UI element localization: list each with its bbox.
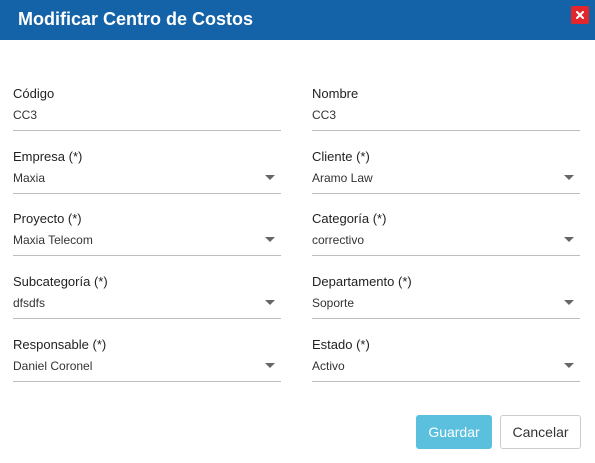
departamento-underline (312, 318, 580, 319)
proyecto-underline (13, 255, 281, 256)
chevron-down-icon[interactable] (564, 237, 574, 242)
nombre-field[interactable]: Nombre CC3 (312, 86, 580, 136)
save-button[interactable]: Guardar (416, 415, 492, 449)
cliente-label: Cliente (*) (312, 149, 370, 164)
responsable-value[interactable]: Daniel Coronel (13, 359, 92, 373)
cliente-value[interactable]: Aramo Law (312, 171, 373, 185)
categoria-label: Categoría (*) (312, 211, 387, 226)
subcategoria-underline (13, 318, 281, 319)
subcategoria-select[interactable]: Subcategoría (*) dfsdfs (13, 274, 281, 324)
proyecto-label: Proyecto (*) (13, 211, 82, 226)
chevron-down-icon[interactable] (265, 363, 275, 368)
dialog-title: Modificar Centro de Costos (18, 9, 254, 29)
departamento-select[interactable]: Departamento (*) Soporte (312, 274, 580, 324)
categoria-select[interactable]: Categoría (*) correctivo (312, 211, 580, 261)
chevron-down-icon[interactable] (564, 175, 574, 180)
responsable-label: Responsable (*) (13, 337, 107, 352)
nombre-label: Nombre (312, 86, 359, 101)
responsable-select[interactable]: Responsable (*) Daniel Coronel (13, 337, 281, 387)
subcategoria-label: Subcategoría (*) (13, 274, 108, 289)
chevron-down-icon[interactable] (265, 300, 275, 305)
chevron-down-icon[interactable] (265, 237, 275, 242)
empresa-underline (13, 193, 281, 194)
proyecto-value[interactable]: Maxia Telecom (13, 233, 93, 247)
cancel-button[interactable]: Cancelar (500, 415, 581, 449)
close-icon (576, 11, 584, 19)
cliente-underline (312, 193, 580, 194)
estado-value[interactable]: Activo (312, 359, 345, 373)
empresa-value[interactable]: Maxia (13, 171, 45, 185)
categoria-underline (312, 255, 580, 256)
estado-label: Estado (*) (312, 337, 370, 352)
estado-underline (312, 381, 580, 382)
codigo-label: Código (13, 86, 55, 101)
dialog-header: Modificar Centro de Costos (0, 0, 595, 40)
empresa-label: Empresa (*) (13, 149, 83, 164)
edit-cost-center-dialog: Modificar Centro de Costos Código CC3 No… (0, 0, 595, 463)
estado-select[interactable]: Estado (*) Activo (312, 337, 580, 387)
departamento-value[interactable]: Soporte (312, 296, 354, 310)
chevron-down-icon[interactable] (564, 363, 574, 368)
responsable-underline (13, 381, 281, 382)
chevron-down-icon[interactable] (265, 175, 275, 180)
codigo-field[interactable]: Código CC3 (13, 86, 281, 136)
proyecto-select[interactable]: Proyecto (*) Maxia Telecom (13, 211, 281, 261)
empresa-select[interactable]: Empresa (*) Maxia (13, 149, 281, 199)
close-button[interactable] (571, 6, 589, 24)
codigo-value[interactable]: CC3 (13, 108, 37, 122)
nombre-underline (312, 130, 580, 131)
nombre-value[interactable]: CC3 (312, 108, 336, 122)
chevron-down-icon[interactable] (564, 300, 574, 305)
departamento-label: Departamento (*) (312, 274, 412, 289)
categoria-value[interactable]: correctivo (312, 233, 364, 247)
cliente-select[interactable]: Cliente (*) Aramo Law (312, 149, 580, 199)
subcategoria-value[interactable]: dfsdfs (13, 296, 45, 310)
codigo-underline (13, 130, 281, 131)
